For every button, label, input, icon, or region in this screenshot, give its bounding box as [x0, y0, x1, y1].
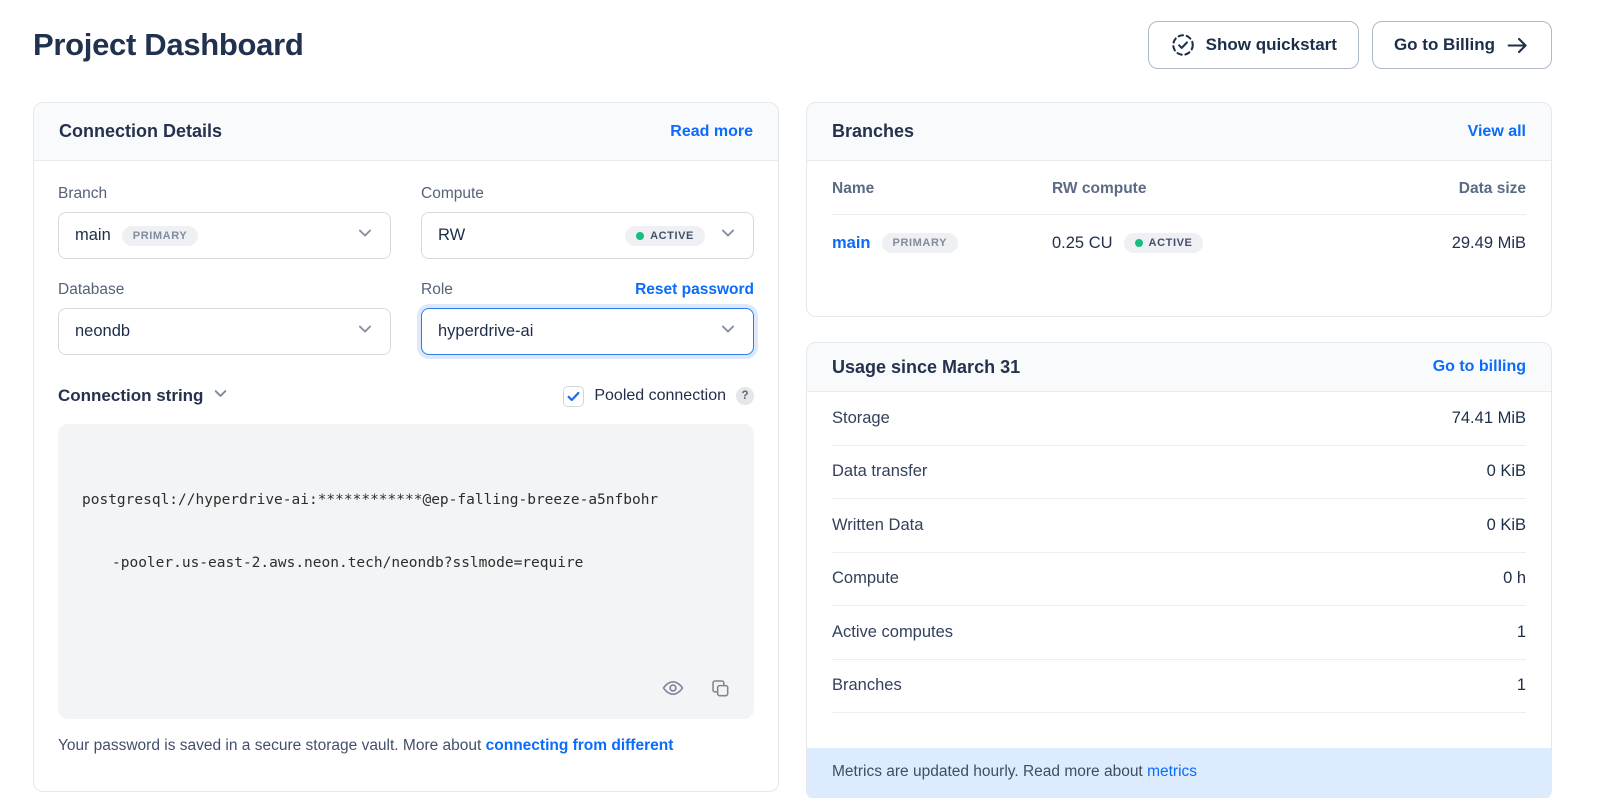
connection-string-label: Connection string	[58, 386, 203, 406]
go-to-billing-label: Go to Billing	[1394, 35, 1495, 55]
branches-table-header: Name RW compute Data size	[832, 163, 1526, 215]
pooled-connection-label: Pooled connection	[594, 387, 726, 405]
quickstart-check-circle-icon	[1170, 32, 1196, 58]
pooled-connection-checkbox[interactable]	[563, 386, 584, 407]
branch-size-cell: 29.49 MiB	[1452, 234, 1526, 253]
usage-row-data-transfer: Data transfer 0 KiB	[832, 446, 1526, 500]
code-actions	[657, 672, 736, 707]
database-role-row: Database neondb Role	[58, 281, 754, 355]
chevron-down-icon	[212, 385, 229, 407]
eye-icon	[661, 676, 685, 703]
go-to-billing-link[interactable]: Go to billing	[1433, 358, 1526, 376]
compute-select[interactable]: RW ACTIVE	[421, 212, 754, 259]
branch-label: Branch	[58, 185, 107, 203]
reset-password-link[interactable]: Reset password	[635, 281, 754, 299]
database-select[interactable]: neondb	[58, 308, 391, 355]
usage-row-written-data: Written Data 0 KiB	[832, 499, 1526, 553]
branch-row: main PRIMARY 0.25 CU ACTIVE 29.49 MiB	[832, 215, 1526, 271]
branches-body: Name RW compute Data size main PRIMARY 0…	[807, 161, 1551, 271]
active-badge: ACTIVE	[625, 226, 705, 246]
branches-title: Branches	[832, 121, 914, 142]
compute-field: Compute RW ACTIVE	[421, 185, 754, 259]
branch-name-cell: main PRIMARY	[832, 233, 1052, 253]
copy-icon	[709, 677, 732, 703]
column-data-size: Data size	[1459, 180, 1526, 198]
connection-details-body: Branch main PRIMARY	[34, 161, 778, 757]
chevron-down-icon	[356, 320, 374, 343]
connection-string-toggle[interactable]: Connection string	[58, 385, 229, 407]
show-quickstart-label: Show quickstart	[1206, 35, 1337, 55]
connection-string-box: postgresql://hyperdrive-ai:************@…	[58, 424, 754, 719]
branch-field: Branch main PRIMARY	[58, 185, 391, 259]
connection-details-card: Connection Details Read more Branch main…	[33, 102, 779, 792]
column-name: Name	[832, 180, 1052, 198]
metrics-link[interactable]: metrics	[1147, 763, 1197, 780]
connection-string-line2: -pooler.us-east-2.aws.neon.tech/neondb?s…	[82, 553, 730, 574]
chevron-down-icon	[356, 224, 374, 247]
usage-row-branches: Branches 1	[832, 660, 1526, 714]
usage-row-active-computes: Active computes 1	[832, 606, 1526, 660]
right-column: Branches View all Name RW compute Data s…	[806, 102, 1552, 798]
connection-string-row: Connection string Pooled connection ?	[58, 385, 754, 407]
branch-select-value: main	[75, 226, 111, 245]
usage-title: Usage since March 31	[832, 357, 1020, 378]
usage-row-storage: Storage 74.41 MiB	[832, 392, 1526, 446]
database-field: Database neondb	[58, 281, 391, 355]
active-badge: ACTIVE	[1124, 233, 1204, 253]
role-label: Role	[421, 281, 453, 299]
active-status-dot	[636, 232, 644, 240]
connection-details-title: Connection Details	[59, 121, 222, 142]
read-more-link[interactable]: Read more	[670, 123, 753, 141]
branch-main-link[interactable]: main	[832, 234, 871, 253]
branch-select[interactable]: main PRIMARY	[58, 212, 391, 259]
help-icon[interactable]: ?	[736, 387, 754, 405]
project-dashboard-page: Project Dashboard Show quickstart Go to …	[0, 0, 1600, 798]
database-select-value: neondb	[75, 322, 130, 341]
usage-header: Usage since March 31 Go to billing	[807, 343, 1551, 392]
connecting-from-different-link[interactable]: connecting from different	[486, 737, 674, 754]
role-select-value: hyperdrive-ai	[438, 322, 533, 341]
topbar: Project Dashboard Show quickstart Go to …	[0, 0, 1600, 69]
chevron-down-icon	[719, 224, 737, 247]
branch-compute-row: Branch main PRIMARY	[58, 185, 754, 259]
content: Connection Details Read more Branch main…	[0, 69, 1600, 798]
view-all-link[interactable]: View all	[1468, 123, 1526, 141]
branches-card: Branches View all Name RW compute Data s…	[806, 102, 1552, 317]
left-column: Connection Details Read more Branch main…	[33, 102, 779, 792]
role-field: Role Reset password hyperdrive-ai	[421, 281, 754, 355]
connection-string-line1: postgresql://hyperdrive-ai:************@…	[82, 490, 730, 511]
password-vault-note: Your password is saved in a secure stora…	[58, 734, 754, 757]
database-label: Database	[58, 281, 124, 299]
primary-badge: PRIMARY	[122, 226, 199, 246]
arrow-right-icon	[1505, 33, 1530, 58]
compute-select-value: RW	[438, 226, 465, 245]
connection-string-value: postgresql://hyperdrive-ai:************@…	[82, 448, 730, 616]
compute-label: Compute	[421, 185, 484, 203]
chevron-down-icon	[719, 320, 737, 343]
show-quickstart-button[interactable]: Show quickstart	[1148, 21, 1359, 69]
usage-card: Usage since March 31 Go to billing Stora…	[806, 342, 1552, 798]
topbar-buttons: Show quickstart Go to Billing	[1148, 21, 1552, 69]
usage-metrics-banner: Metrics are updated hourly. Read more ab…	[807, 748, 1551, 798]
active-status-dot	[1135, 239, 1143, 247]
usage-body: Storage 74.41 MiB Data transfer 0 KiB Wr…	[807, 392, 1551, 713]
connection-details-header: Connection Details Read more	[34, 103, 778, 161]
branches-header: Branches View all	[807, 103, 1551, 161]
role-select[interactable]: hyperdrive-ai	[421, 308, 754, 355]
column-rw-compute: RW compute	[1052, 180, 1459, 198]
pooled-connection-control: Pooled connection ?	[563, 386, 754, 407]
page-title: Project Dashboard	[33, 27, 304, 63]
go-to-billing-button[interactable]: Go to Billing	[1372, 21, 1552, 69]
usage-row-compute: Compute 0 h	[832, 553, 1526, 607]
reveal-password-button[interactable]	[657, 672, 689, 707]
primary-badge: PRIMARY	[882, 233, 959, 253]
branch-compute-cell: 0.25 CU ACTIVE	[1052, 233, 1452, 253]
copy-button[interactable]	[705, 673, 736, 707]
